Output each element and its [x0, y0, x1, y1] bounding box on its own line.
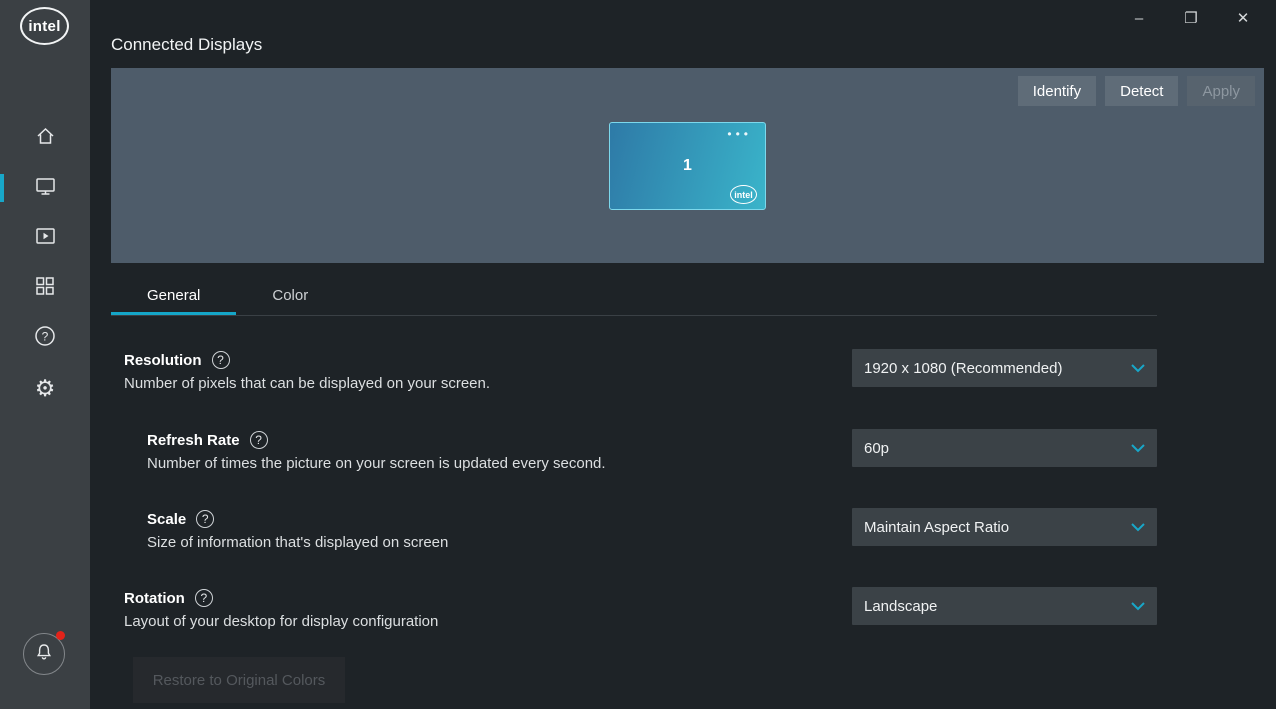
display-1-tile[interactable]: ••• 1 intel	[609, 122, 766, 210]
resolution-dropdown[interactable]: 1920 x 1080 (Recommended)	[852, 349, 1157, 387]
display-arrangement-panel: Identify Detect Apply ••• 1 intel	[111, 68, 1264, 263]
scale-dropdown[interactable]: Maintain Aspect Ratio	[852, 508, 1157, 546]
setting-name: Scale	[147, 511, 186, 528]
apps-grid-icon	[35, 276, 55, 301]
help-icon[interactable]: ?	[195, 589, 213, 607]
chevron-down-icon	[1123, 440, 1145, 457]
help-icon: ?	[34, 325, 56, 352]
chevron-down-icon	[1123, 360, 1145, 377]
identify-button[interactable]: Identify	[1018, 76, 1096, 106]
dropdown-value: Landscape	[864, 598, 937, 615]
help-icon[interactable]: ?	[250, 431, 268, 449]
help-icon[interactable]: ?	[196, 510, 214, 528]
intel-logo-small: intel	[730, 185, 757, 204]
sidebar-item-home[interactable]	[0, 113, 90, 163]
svg-text:?: ?	[42, 329, 49, 343]
detect-button[interactable]: Detect	[1105, 76, 1178, 106]
chevron-down-icon	[1123, 519, 1145, 536]
help-icon[interactable]: ?	[212, 351, 230, 369]
notifications-button[interactable]	[23, 633, 65, 675]
setting-row-rotation: Rotation ? Layout of your desktop for di…	[124, 586, 1157, 646]
setting-row-resolution: Resolution ? Number of pixels that can b…	[124, 348, 1157, 408]
sidebar-item-help[interactable]: ?	[0, 313, 90, 363]
tab-color[interactable]: Color	[236, 276, 344, 315]
panel-actions: Identify Detect Apply	[1018, 76, 1255, 106]
rotation-dropdown[interactable]: Landscape	[852, 587, 1157, 625]
display-icon	[35, 176, 56, 201]
sidebar: intel	[0, 0, 90, 709]
apply-button[interactable]: Apply	[1187, 76, 1255, 106]
dropdown-value: Maintain Aspect Ratio	[864, 519, 1009, 536]
home-icon	[35, 126, 56, 151]
media-icon	[35, 226, 56, 251]
dropdown-value: 60p	[864, 440, 889, 457]
sidebar-item-media[interactable]	[0, 213, 90, 263]
setting-name: Resolution	[124, 352, 202, 369]
sidebar-item-apps[interactable]	[0, 263, 90, 313]
setting-name: Refresh Rate	[147, 432, 240, 449]
setting-name: Rotation	[124, 590, 185, 607]
page-title: Connected Displays	[111, 35, 262, 55]
sidebar-nav: ? ⚙	[0, 113, 90, 413]
setting-row-scale: Scale ? Size of information that's displ…	[124, 507, 1157, 567]
window-controls: – ❐ ✕	[1116, 4, 1266, 32]
app-window: – ❐ ✕ intel	[0, 0, 1276, 709]
restore-original-colors-button[interactable]: Restore to Original Colors	[133, 657, 345, 703]
maximize-button[interactable]: ❐	[1168, 4, 1214, 32]
tab-general[interactable]: General	[111, 276, 236, 315]
refresh-rate-dropdown[interactable]: 60p	[852, 429, 1157, 467]
minimize-button[interactable]: –	[1116, 4, 1162, 32]
bell-icon	[34, 642, 54, 667]
tab-bar: General Color	[111, 276, 1157, 316]
notification-badge	[56, 631, 65, 640]
close-button[interactable]: ✕	[1220, 4, 1266, 32]
intel-logo: intel	[20, 7, 69, 45]
sidebar-item-display[interactable]	[0, 163, 90, 213]
setting-row-refresh-rate: Refresh Rate ? Number of times the pictu…	[124, 428, 1157, 488]
chevron-down-icon	[1123, 598, 1145, 615]
gear-icon: ⚙	[35, 377, 56, 400]
dropdown-value: 1920 x 1080 (Recommended)	[864, 360, 1062, 377]
sidebar-item-settings[interactable]: ⚙	[0, 363, 90, 413]
